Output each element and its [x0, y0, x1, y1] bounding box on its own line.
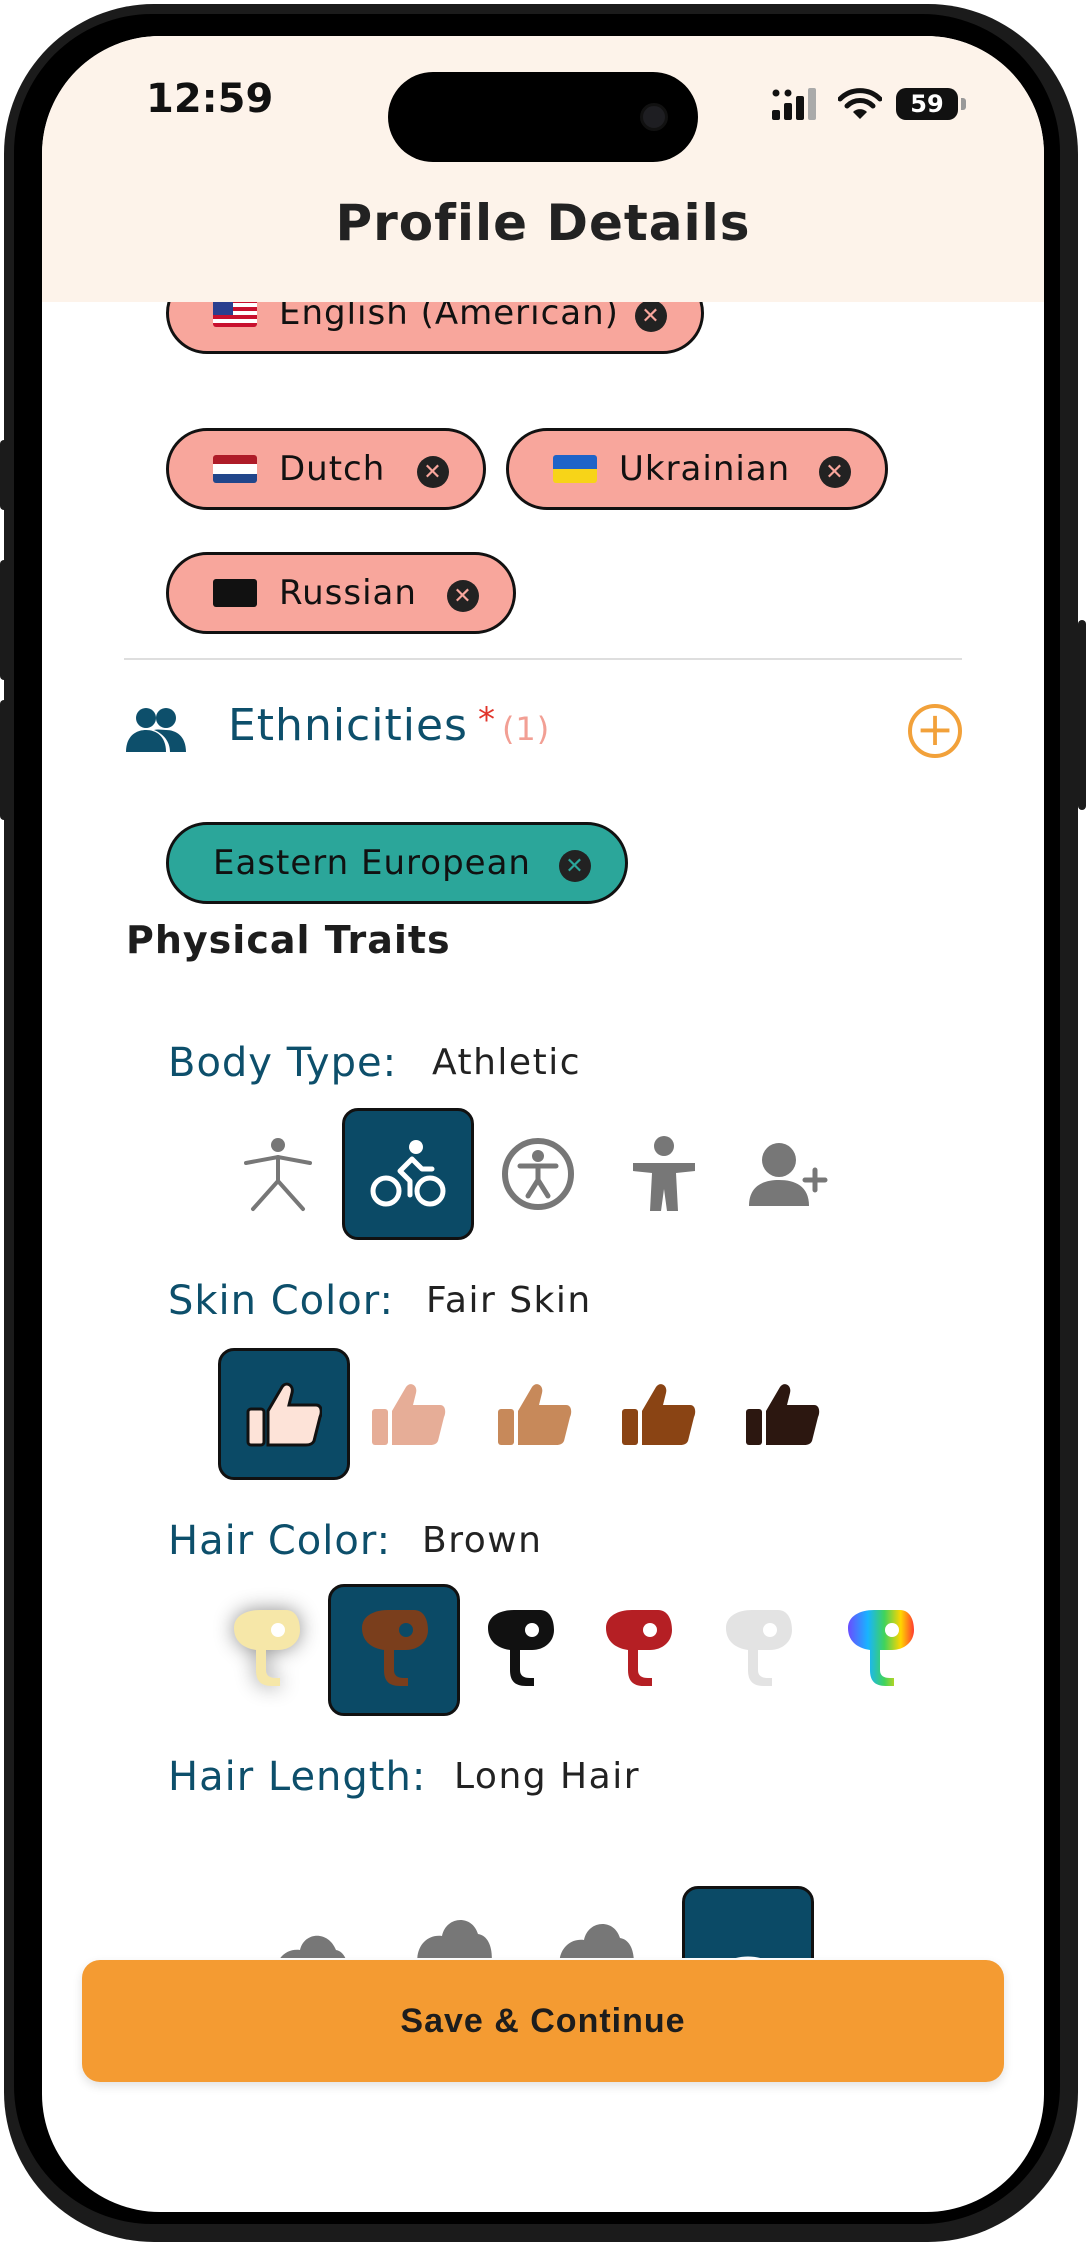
- skin-color-option[interactable]: [592, 1348, 724, 1480]
- action-button: [0, 440, 8, 510]
- cyclist-icon: [370, 1140, 446, 1207]
- skin-color-option[interactable]: [218, 1348, 350, 1480]
- language-chip-dutch: Dutch ✕: [166, 428, 486, 510]
- hair-cloud-icon: [417, 1920, 492, 1958]
- hair-color-option[interactable]: [814, 1584, 946, 1716]
- physical-traits-title: Physical Traits: [126, 918, 451, 962]
- ethnicities-label: Ethnicities * (1): [228, 700, 550, 751]
- thumbs-up-icon: [498, 1384, 572, 1445]
- hair-cloud-icon: [280, 1935, 346, 1958]
- black-flag-icon: [213, 579, 257, 607]
- hair-color-option[interactable]: [692, 1584, 824, 1716]
- required-mark: *: [477, 700, 496, 740]
- hair-length-option-long[interactable]: [682, 1886, 814, 1958]
- hair-length-option-shoulder[interactable]: [530, 1890, 662, 1958]
- skin-color-option[interactable]: [342, 1348, 474, 1480]
- body-type-label: Body Type:: [168, 1040, 398, 1086]
- long-hair-icon: [736, 1956, 760, 1958]
- hair-dryer-icon: [362, 1610, 428, 1686]
- skin-color-label: Skin Color:: [168, 1278, 394, 1324]
- ethnicity-chip: Eastern European ✕: [166, 822, 628, 904]
- battery-icon: 59: [896, 88, 966, 120]
- ethnicities-count: (1): [501, 710, 551, 748]
- language-chip-russian: Russian ✕: [166, 552, 516, 634]
- skin-color-option[interactable]: [716, 1348, 848, 1480]
- us-flag-icon: [213, 302, 257, 327]
- hair-dryer-icon: [726, 1610, 792, 1686]
- ethnicities-title: Ethnicities: [228, 700, 468, 751]
- wifi-icon: [838, 88, 882, 119]
- hair-dryer-icon: [488, 1610, 554, 1686]
- status-time: 12:59: [146, 76, 274, 122]
- volume-down-button: [0, 700, 8, 820]
- volume-up-button: [0, 560, 8, 680]
- thumbs-up-icon: [746, 1384, 820, 1445]
- skin-color-option[interactable]: [468, 1348, 600, 1480]
- chip-label: Dutch: [279, 449, 386, 489]
- cellular-signal-icon: [772, 88, 816, 120]
- ukraine-flag-icon: [553, 455, 597, 483]
- add-ethnicity-icon[interactable]: +: [908, 704, 962, 758]
- accessibility-figure-icon: [502, 1138, 574, 1210]
- profile-form[interactable]: English (American) ✕ Dutch ✕ Ukrainian ✕…: [42, 302, 1044, 1958]
- hair-length-option-medium[interactable]: [388, 1890, 520, 1958]
- save-continue-button[interactable]: Save & Continue: [82, 1960, 1004, 2082]
- solid-figure-icon: [633, 1136, 695, 1211]
- camera-icon: [640, 103, 668, 131]
- hair-dryer-icon: [234, 1610, 300, 1686]
- hair-color-option[interactable]: [328, 1584, 460, 1716]
- header: 12:59 59 Profile Details: [42, 36, 1044, 302]
- remove-language-icon[interactable]: ✕: [635, 302, 667, 332]
- app-screen: 12:59 59 Profile Details English (Americ…: [42, 36, 1044, 2212]
- body-type-option-add[interactable]: [724, 1108, 856, 1240]
- page-title: Profile Details: [335, 194, 751, 252]
- language-chip-english: English (American) ✕: [166, 302, 704, 354]
- hair-color-value: Brown: [422, 1520, 543, 1561]
- hair-color-label: Hair Color:: [168, 1518, 392, 1564]
- add-user-icon: [749, 1143, 828, 1206]
- hair-dryer-icon: [848, 1610, 914, 1686]
- chip-label: Russian: [279, 573, 417, 613]
- chip-label: English (American): [279, 302, 619, 333]
- chip-label: Eastern European: [213, 843, 531, 883]
- hair-dryer-icon: [606, 1610, 672, 1686]
- remove-language-icon[interactable]: ✕: [447, 580, 479, 612]
- hair-color-option[interactable]: [572, 1584, 704, 1716]
- thumbs-up-icon: [372, 1384, 446, 1445]
- body-type-option-average[interactable]: [472, 1108, 604, 1240]
- hair-color-option[interactable]: [200, 1584, 332, 1716]
- hair-length-value: Long Hair: [454, 1756, 640, 1797]
- hair-length-option-short[interactable]: [242, 1890, 374, 1958]
- body-type-value: Athletic: [432, 1042, 581, 1083]
- dynamic-island: [388, 72, 698, 162]
- language-chip-ukrainian: Ukrainian ✕: [506, 428, 888, 510]
- status-icons: 59: [772, 86, 966, 122]
- hair-length-label: Hair Length:: [168, 1754, 427, 1800]
- power-button: [1078, 620, 1086, 810]
- hair-color-option[interactable]: [454, 1584, 586, 1716]
- chip-label: Ukrainian: [619, 449, 791, 489]
- netherlands-flag-icon: [213, 455, 257, 483]
- slim-figure-icon: [244, 1138, 312, 1211]
- ethnicities-header: Ethnicities * (1) +: [124, 692, 964, 772]
- skin-color-value: Fair Skin: [426, 1280, 592, 1321]
- body-type-option-athletic[interactable]: [342, 1108, 474, 1240]
- section-divider: [124, 658, 962, 660]
- people-group-icon: [126, 708, 186, 752]
- remove-language-icon[interactable]: ✕: [819, 456, 851, 488]
- body-type-option-slim[interactable]: [212, 1108, 344, 1240]
- body-type-option-solid[interactable]: [598, 1108, 730, 1240]
- remove-language-icon[interactable]: ✕: [417, 456, 449, 488]
- remove-ethnicity-icon[interactable]: ✕: [559, 850, 591, 882]
- hair-cloud-icon: [559, 1924, 634, 1958]
- thumbs-up-icon: [622, 1384, 696, 1445]
- thumbs-up-icon: [246, 1382, 322, 1447]
